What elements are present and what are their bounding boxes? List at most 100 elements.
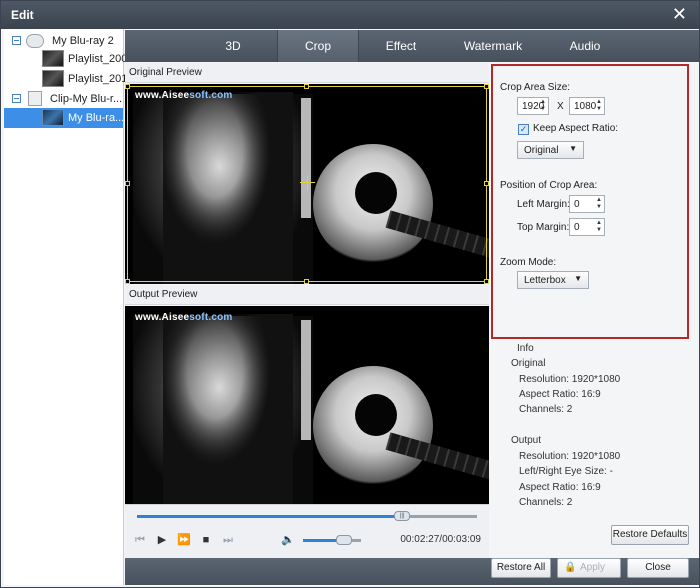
lock-icon: 🔒 bbox=[564, 562, 577, 573]
zoom-mode-select[interactable]: Letterbox ▼ bbox=[517, 271, 589, 289]
fast-forward-icon[interactable]: ⏩ bbox=[177, 533, 191, 547]
spinner-arrows-icon[interactable]: ▲ ▼ bbox=[540, 99, 546, 113]
left-margin-value: 0 bbox=[574, 199, 580, 210]
spinner-arrows-icon[interactable]: ▲ ▼ bbox=[596, 99, 602, 113]
output-heading: Output bbox=[511, 435, 542, 446]
chevron-down-icon: ▼ bbox=[569, 144, 577, 153]
player-controls: ||| ⏮ ▶ ⏩ ■ ⏭ 🔈 00:02:27/00:03:09 bbox=[125, 504, 489, 558]
aspect-ratio-value: Original bbox=[524, 145, 559, 156]
crop-area-size-label: Crop Area Size: bbox=[500, 82, 571, 93]
play-icon[interactable]: ▶ bbox=[155, 533, 169, 547]
volume-handle[interactable] bbox=[335, 535, 352, 545]
zoom-mode-label: Zoom Mode: bbox=[500, 257, 557, 268]
restore-all-button[interactable]: Restore All bbox=[491, 558, 551, 578]
tab-watermark[interactable]: Watermark bbox=[443, 30, 543, 62]
tab-effect[interactable]: Effect bbox=[361, 30, 441, 62]
original-resolution: Resolution: 1920*1080 bbox=[519, 374, 621, 385]
video-frame bbox=[133, 306, 489, 504]
collapse-icon[interactable] bbox=[12, 36, 21, 45]
tree-item-label: My Blu-ra... bbox=[68, 112, 125, 124]
left-margin-input[interactable]: 0 ▲ ▼ bbox=[569, 195, 605, 213]
clip-icon bbox=[28, 91, 42, 106]
window-title: Edit bbox=[11, 8, 34, 22]
output-preview-video: www.Aiseesoft.com bbox=[125, 306, 489, 504]
watermark-brand: Aisee bbox=[161, 90, 190, 101]
crop-height-value: 1080 bbox=[574, 101, 597, 112]
edit-tabs: 3D Crop Effect Watermark Audio bbox=[125, 30, 699, 62]
scene-shade bbox=[163, 314, 293, 504]
collapse-icon[interactable] bbox=[12, 94, 21, 103]
original-aspect: Aspect Ratio: 16:9 bbox=[519, 389, 601, 400]
volume-slider[interactable] bbox=[303, 535, 361, 545]
scene-shade bbox=[163, 92, 293, 284]
output-aspect: Aspect Ratio: 16:9 bbox=[519, 482, 601, 493]
next-icon[interactable]: ⏭ bbox=[221, 533, 235, 547]
watermark-text: www.Aiseesoft.com bbox=[135, 312, 233, 323]
title-bar: Edit ✕ bbox=[1, 1, 699, 29]
left-margin-label: Left Margin: bbox=[517, 199, 570, 210]
tree-item-label: Playlist_200 bbox=[68, 53, 128, 65]
original-preview-label: Original Preview bbox=[125, 63, 489, 83]
size-separator: X bbox=[557, 101, 564, 112]
top-margin-label: Top Margin: bbox=[517, 222, 570, 233]
crop-center-crosshair bbox=[307, 175, 308, 190]
seek-progress bbox=[137, 515, 403, 518]
tab-crop[interactable]: Crop bbox=[277, 30, 359, 62]
chevron-down-icon: ▼ bbox=[574, 274, 582, 283]
apply-label: Apply bbox=[580, 562, 606, 573]
original-channels: Channels: 2 bbox=[519, 404, 573, 415]
output-resolution: Resolution: 1920*1080 bbox=[519, 451, 621, 462]
video-thumbnail bbox=[42, 109, 64, 126]
watermark-prefix: www. bbox=[135, 312, 162, 323]
tree-item-label: Clip-My Blu-r... bbox=[50, 93, 123, 105]
seek-bar[interactable]: ||| bbox=[137, 511, 477, 521]
tree-item-playlist-201[interactable]: Playlist_201 bbox=[4, 69, 127, 89]
playback-time: 00:02:27/00:03:09 bbox=[400, 534, 481, 545]
close-button[interactable]: Close bbox=[627, 558, 689, 578]
tree-item-blu-ray[interactable]: My Blu-ray 2 bbox=[4, 31, 123, 51]
info-heading: Info bbox=[517, 343, 534, 354]
watermark-suffix: soft.com bbox=[189, 90, 233, 101]
watermark-prefix: www. bbox=[135, 90, 162, 101]
scene-door bbox=[301, 98, 311, 218]
crop-height-input[interactable]: 1080 ▲ ▼ bbox=[569, 97, 605, 115]
disc-icon bbox=[26, 34, 44, 48]
previous-icon[interactable]: ⏮ bbox=[133, 533, 147, 547]
spinner-arrows-icon[interactable]: ▲ ▼ bbox=[596, 220, 602, 234]
crop-width-input[interactable]: 1920 ▲ ▼ bbox=[517, 97, 549, 115]
tree-item-clip[interactable]: Clip-My Blu-r... bbox=[4, 89, 123, 109]
position-label: Position of Crop Area: bbox=[500, 180, 598, 191]
zoom-mode-value: Letterbox bbox=[524, 275, 566, 286]
keep-aspect-checkbox[interactable]: ✓ bbox=[518, 124, 529, 135]
video-thumbnail bbox=[42, 70, 64, 87]
scene-guitar-hole bbox=[355, 394, 397, 436]
video-thumbnail bbox=[42, 50, 64, 67]
stop-icon[interactable]: ■ bbox=[199, 533, 213, 547]
crop-settings-panel: Crop Area Size: 1920 ▲ ▼ X 1080 ▲ ▼ ✓ Keep… bbox=[491, 64, 689, 339]
tree-item-playlist-200[interactable]: Playlist_200 bbox=[4, 49, 127, 69]
original-heading: Original bbox=[511, 358, 546, 369]
scene-door bbox=[301, 320, 311, 440]
apply-button[interactable]: 🔒 Apply bbox=[557, 558, 621, 578]
tab-3d[interactable]: 3D bbox=[185, 30, 281, 62]
edit-window: Edit ✕ My Blu-ray 2 Playlist_200 Playlis… bbox=[0, 0, 700, 588]
restore-defaults-button[interactable]: Restore Defaults bbox=[611, 525, 689, 545]
file-tree: My Blu-ray 2 Playlist_200 Playlist_201 C… bbox=[4, 29, 127, 585]
scene-guitar-hole bbox=[355, 172, 397, 214]
tree-item-label: My Blu-ray 2 bbox=[52, 35, 114, 47]
tab-audio[interactable]: Audio bbox=[545, 30, 625, 62]
aspect-ratio-select[interactable]: Original ▼ bbox=[517, 141, 584, 159]
seek-handle[interactable]: ||| bbox=[394, 511, 411, 521]
keep-aspect-label: Keep Aspect Ratio: bbox=[533, 123, 619, 134]
tree-item-label: Playlist_201 bbox=[68, 73, 128, 85]
watermark-brand: Aisee bbox=[161, 312, 190, 323]
spinner-arrows-icon[interactable]: ▲ ▼ bbox=[596, 197, 602, 211]
volume-icon[interactable]: 🔈 bbox=[281, 533, 295, 547]
close-icon[interactable]: ✕ bbox=[672, 4, 687, 25]
top-margin-value: 0 bbox=[574, 222, 580, 233]
tree-item-selected-clip[interactable]: My Blu-ra... bbox=[4, 108, 125, 128]
watermark-text: www.Aiseesoft.com bbox=[135, 90, 233, 101]
top-margin-input[interactable]: 0 ▲ ▼ bbox=[569, 218, 605, 236]
output-preview-label: Output Preview bbox=[125, 285, 489, 305]
output-channels: Channels: 2 bbox=[519, 497, 573, 508]
